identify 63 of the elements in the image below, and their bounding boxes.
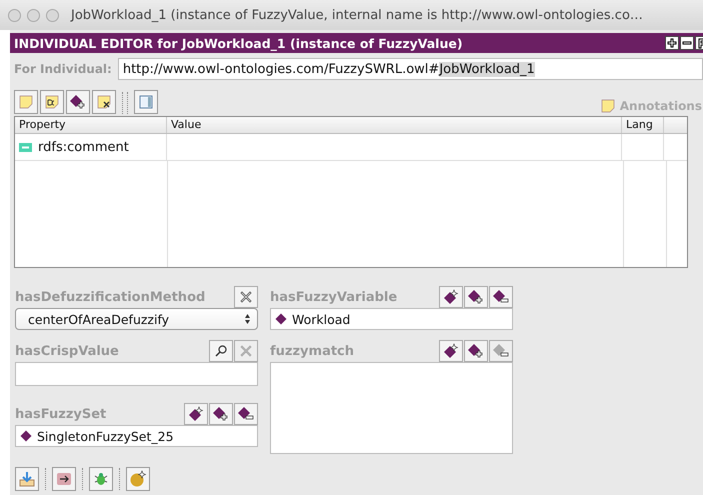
diamond-icon [20, 430, 32, 442]
slot-label: hasFuzzySet [15, 407, 106, 424]
note-icon [18, 94, 34, 110]
window-title: JobWorkload_1 (instance of FuzzyValue, internal name is http://www.owl-ontologies.co… [71, 8, 643, 22]
delete-icon [239, 344, 253, 358]
add-button[interactable] [209, 403, 233, 425]
remove-instance-icon [238, 406, 254, 422]
delete-icon [239, 290, 253, 304]
create-button[interactable] [184, 403, 208, 425]
note-delete-icon [96, 94, 112, 110]
add-instance-icon [468, 289, 484, 305]
slot-label: hasCrispValue [15, 344, 119, 361]
search-icon [214, 344, 228, 358]
diamond-icon [275, 313, 287, 325]
add-instance-icon [213, 406, 229, 422]
add-instance-icon [70, 94, 86, 110]
delete-annotation-button[interactable] [92, 90, 116, 114]
create-datatype-annotation-button[interactable] [40, 90, 64, 114]
create-instance-icon [443, 289, 459, 305]
table-cell: rdfs:comment [15, 134, 167, 160]
property-icon [19, 142, 32, 152]
bug-icon [93, 471, 109, 487]
create-button[interactable] [439, 340, 463, 362]
search-button[interactable] [209, 340, 233, 362]
create-instance-button[interactable] [126, 467, 150, 491]
instance-field[interactable]: SingletonFuzzySet_25 [15, 425, 258, 447]
column-header[interactable]: Property [15, 117, 167, 133]
column-header[interactable]: Value [167, 117, 622, 133]
remove-button[interactable] [489, 286, 513, 308]
add-annotation-button[interactable] [66, 90, 90, 114]
for-individual-label: For Individual: [14, 62, 112, 76]
slot-label: hasDefuzzificationMethod [15, 290, 206, 307]
navigate-button[interactable] [52, 467, 76, 491]
add-instance-icon [468, 343, 484, 359]
slot-label: hasFuzzyVariable [270, 290, 398, 307]
remove-button[interactable] [234, 403, 258, 425]
input-field[interactable] [15, 362, 258, 386]
instance-field[interactable]: Workload [270, 308, 513, 330]
individual-uri-field[interactable]: http://www.owl-ontologies.com/FuzzySWRL.owl#JobWorkload_1 [118, 58, 703, 80]
import-button[interactable] [15, 467, 39, 491]
remove-instance-icon [493, 343, 509, 359]
delete-button[interactable] [234, 286, 258, 308]
note-icon [44, 94, 60, 110]
remove-instance-icon [493, 289, 509, 305]
column-header[interactable]: Lang [622, 117, 664, 133]
create-instance-icon [188, 406, 204, 422]
editor-title: INDIVIDUAL EDITOR for JobWorkload_1 (instance of FuzzyValue) [14, 36, 464, 50]
annotations-label: Annotations [620, 99, 702, 113]
updown-arrows-icon [244, 313, 251, 325]
view-button[interactable] [134, 90, 158, 114]
debug-button[interactable] [89, 467, 113, 491]
slot-label: fuzzymatch [270, 344, 354, 361]
create-instance-icon [443, 343, 459, 359]
panel-icon [138, 94, 154, 110]
create-button[interactable] [439, 286, 463, 308]
plus-icon[interactable] [665, 36, 679, 50]
method-dropdown[interactable]: centerOfAreaDefuzzify [15, 308, 258, 330]
add-button[interactable] [464, 286, 488, 308]
note-icon [600, 98, 616, 114]
minus-icon[interactable] [680, 36, 694, 50]
add-button[interactable] [464, 340, 488, 362]
tray-arrow-icon [19, 471, 35, 487]
ball-icon [129, 470, 147, 488]
